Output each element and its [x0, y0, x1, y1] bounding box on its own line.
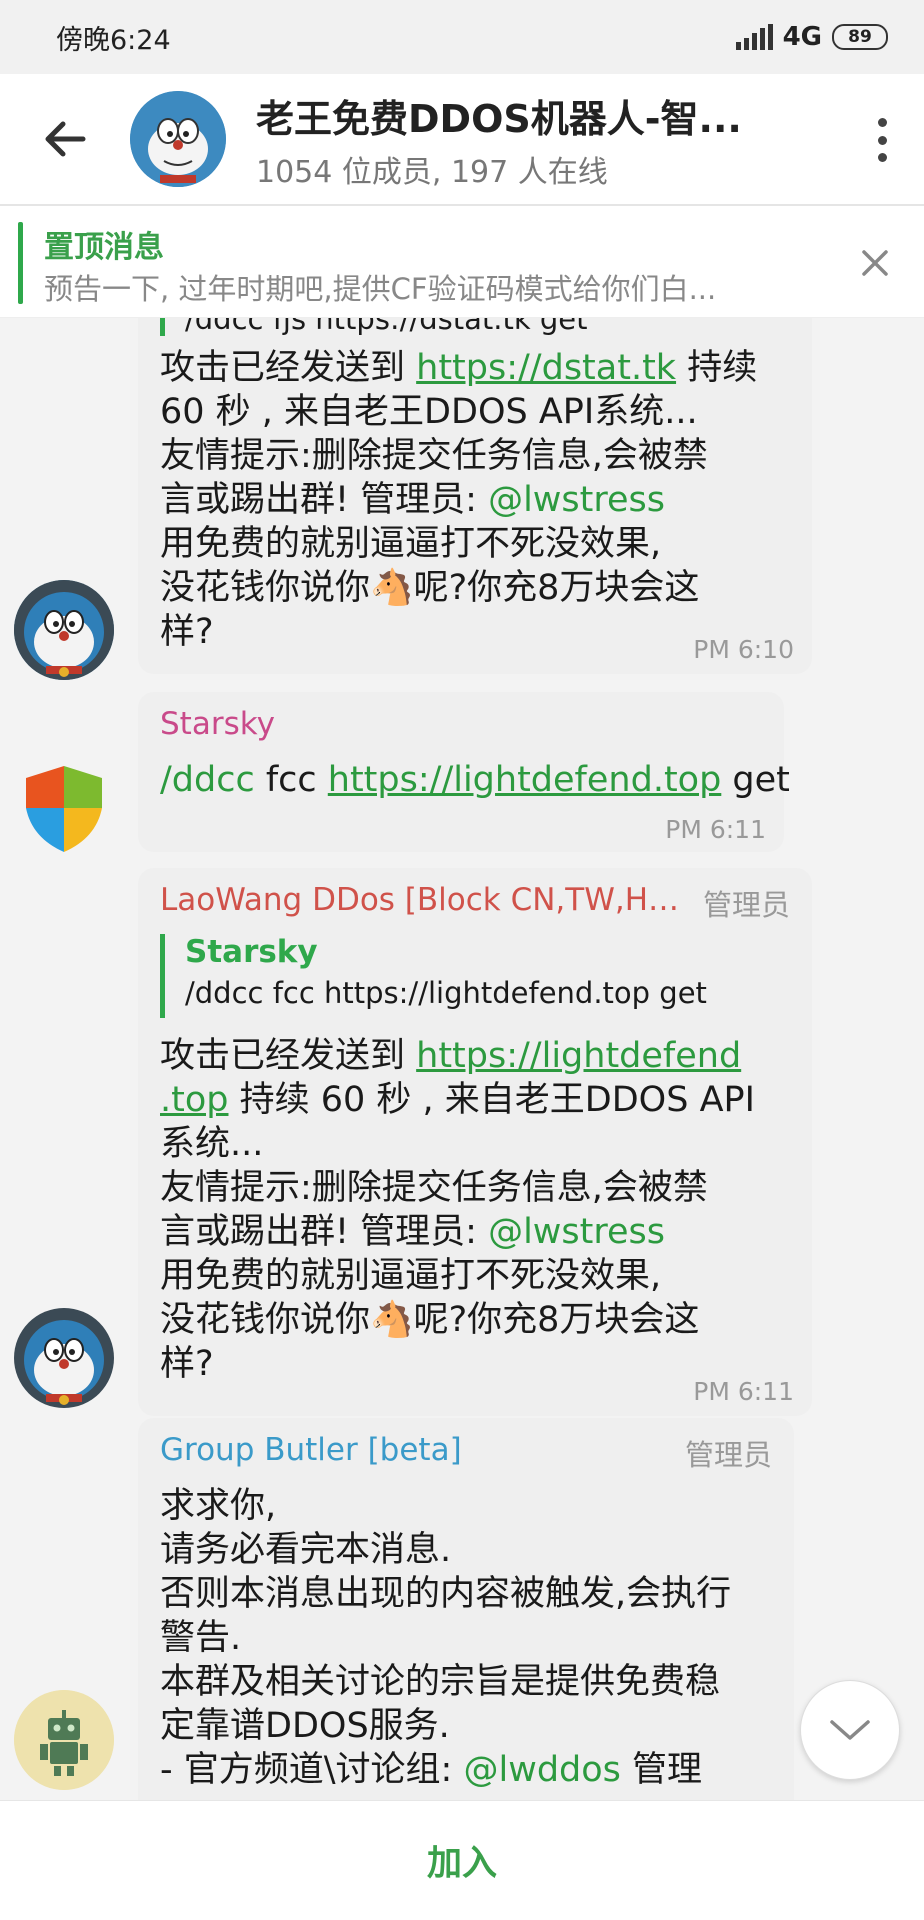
- reply-quote[interactable]: Starsky /ddcc fcc https://lightdefend.to…: [160, 934, 707, 1018]
- sender-name[interactable]: Group Butler [beta]: [160, 1432, 462, 1468]
- avatar[interactable]: [14, 580, 114, 680]
- message-text: /ddcc fcc https://lightdefend.top get: [160, 760, 790, 800]
- avatar[interactable]: [14, 1690, 114, 1790]
- robot-icon: [14, 1690, 114, 1790]
- message-bubble[interactable]: Group Butler [beta] 管理员 求求你, 请务必看完本消息. 否…: [138, 1418, 794, 1800]
- message-time: PM 6:10: [693, 635, 794, 664]
- mention-link[interactable]: @lwstress: [488, 480, 665, 520]
- message-link[interactable]: https://lightdefend: [416, 1036, 741, 1076]
- message-time: PM 6:11: [693, 1377, 794, 1406]
- message-text: 求求你, 请务必看完本消息. 否则本消息出现的内容被触发,会执行 警告. 本群及…: [160, 1486, 732, 1790]
- admin-badge: 管理员: [684, 1438, 772, 1472]
- chat-area[interactable]: /ddcc fjs https://dstat.tk get 攻击已经发送到 h…: [0, 318, 924, 1800]
- chevron-down-icon: [830, 1720, 870, 1740]
- header-text[interactable]: 老王免费DDOS机器人-智... 1054 位成员, 197 人在线: [256, 88, 816, 191]
- quote-name: Starsky: [185, 934, 318, 970]
- pinned-accent-bar: [18, 222, 23, 304]
- group-avatar[interactable]: [130, 91, 226, 187]
- message-time: PM 6:11: [665, 815, 766, 844]
- group-title: 老王免费DDOS机器人-智...: [256, 96, 742, 141]
- pinned-message[interactable]: 置顶消息 预告一下, 过年时期吧,提供CF验证码模式给你们白...: [0, 208, 924, 318]
- message-bubble[interactable]: Starsky /ddcc fcc https://lightdefend.to…: [138, 692, 790, 852]
- status-bar: 傍晚6:24 4G 89: [0, 0, 924, 74]
- message-text: 攻击已经发送到 https://dstat.tk 持续 60 秒 , 来自老王D…: [160, 348, 758, 652]
- status-time: 傍晚6:24: [56, 24, 171, 56]
- signal-icon: [735, 24, 773, 50]
- status-indicators: 4G 89: [735, 22, 888, 52]
- sender-name[interactable]: Starsky: [160, 706, 275, 742]
- join-button[interactable]: 加入: [312, 1821, 612, 1901]
- sender-name[interactable]: LaoWang DDos [Block CN,TW,HK,...: [160, 882, 680, 918]
- mention-link[interactable]: @lwddos: [463, 1750, 620, 1790]
- message-link[interactable]: https://dstat.tk: [416, 348, 676, 388]
- join-bar: 加入: [0, 1800, 924, 1920]
- windows-shield-icon: [26, 766, 102, 852]
- more-vertical-icon: [877, 118, 887, 127]
- avatar[interactable]: [14, 1308, 114, 1408]
- more-menu-button[interactable]: [872, 118, 892, 162]
- battery-level: 89: [848, 27, 872, 47]
- quote-text: /ddcc fjs https://dstat.tk get: [185, 318, 588, 336]
- network-type: 4G: [782, 22, 822, 52]
- back-button[interactable]: [0, 73, 130, 205]
- arrow-left-icon: [45, 121, 86, 157]
- avatar[interactable]: [14, 758, 114, 858]
- pinned-text: 预告一下, 过年时期吧,提供CF验证码模式给你们白...: [44, 272, 717, 306]
- close-icon: [862, 250, 888, 276]
- pinned-title: 置顶消息: [44, 230, 164, 265]
- battery-icon: 89: [832, 24, 888, 50]
- quote-text: /ddcc fcc https://lightdefend.top get: [185, 976, 707, 1010]
- reply-quote[interactable]: /ddcc fjs https://dstat.tk get: [160, 318, 588, 336]
- message-bubble[interactable]: LaoWang DDos [Block CN,TW,HK,... 管理员 Sta…: [138, 868, 812, 1416]
- message-bubble[interactable]: /ddcc fjs https://dstat.tk get 攻击已经发送到 h…: [138, 318, 812, 674]
- message-text: 攻击已经发送到 https://lightdefend .top 持续 60 秒…: [160, 1036, 755, 1384]
- admin-badge: 管理员: [702, 888, 790, 922]
- chat-header: 老王免费DDOS机器人-智... 1054 位成员, 197 人在线: [0, 74, 924, 206]
- pinned-close-button[interactable]: [850, 238, 900, 288]
- message-link[interactable]: .top: [160, 1080, 228, 1120]
- member-count: 1054 位成员, 197 人在线: [256, 154, 608, 190]
- mention-link[interactable]: @lwstress: [488, 1212, 665, 1252]
- scroll-to-bottom-button[interactable]: [800, 1680, 900, 1780]
- message-link[interactable]: https://lightdefend.top: [328, 760, 722, 800]
